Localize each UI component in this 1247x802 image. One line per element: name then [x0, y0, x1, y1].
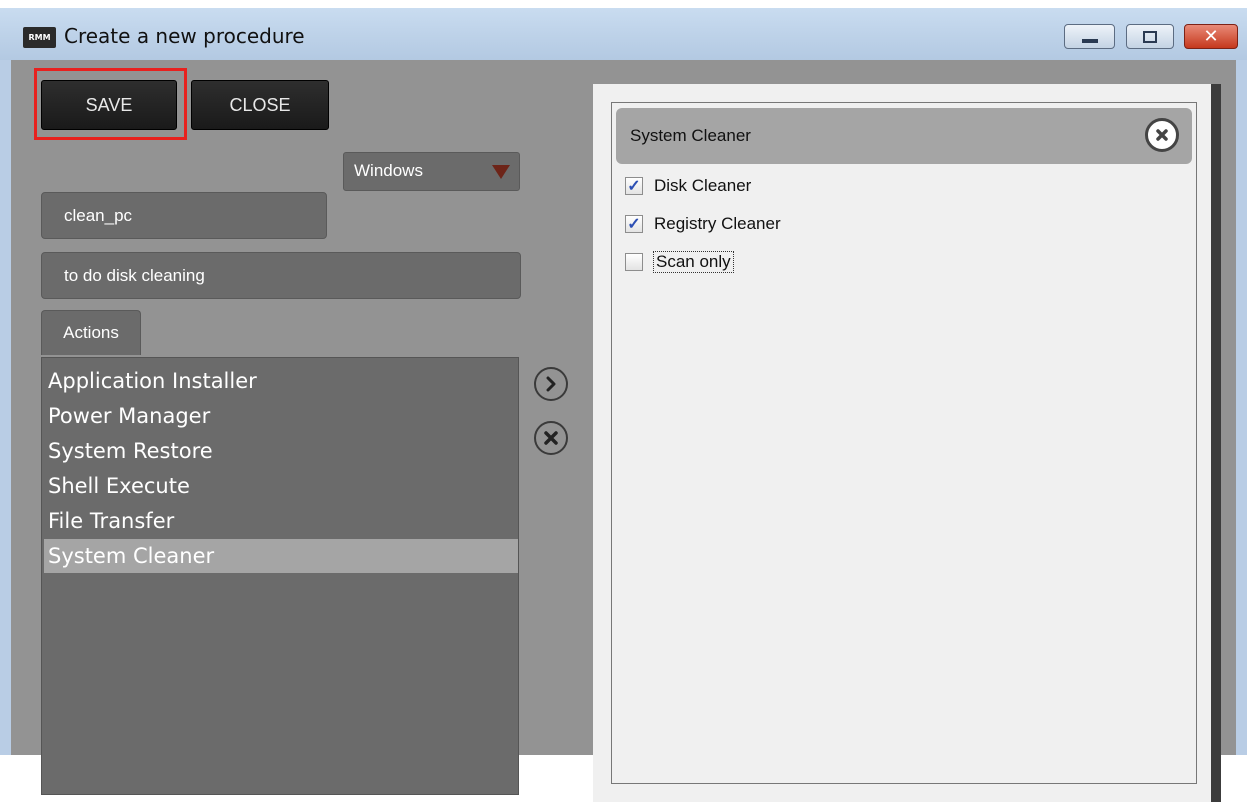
app-logo-icon: RMM [23, 27, 56, 48]
actions-list: Application Installer Power Manager Syst… [41, 357, 519, 795]
option-label: Disk Cleaner [654, 176, 752, 195]
tab-actions[interactable]: Actions [41, 310, 141, 355]
option-disk-cleaner[interactable]: ✓ Disk Cleaner [625, 172, 751, 200]
title-bar: RMM Create a new procedure ✕ [0, 8, 1247, 60]
scrollbar[interactable] [1211, 84, 1221, 802]
save-highlight-box [34, 68, 187, 140]
procedure-name-input[interactable]: clean_pc [41, 192, 327, 239]
maximize-icon [1143, 30, 1157, 43]
x-circle-icon [544, 431, 558, 445]
option-registry-cleaner[interactable]: ✓ Registry Cleaner [625, 210, 781, 238]
minimize-icon [1081, 38, 1098, 43]
option-scan-only[interactable]: Scan only [625, 248, 734, 276]
maximize-button[interactable] [1126, 24, 1174, 49]
checkbox-checked[interactable]: ✓ [625, 177, 643, 195]
procedure-content-frame [611, 102, 1197, 784]
list-item[interactable]: File Transfer [44, 504, 518, 538]
window-close-button[interactable]: ✕ [1184, 24, 1238, 49]
remove-section-button[interactable] [1145, 118, 1179, 152]
procedure-window: RMM Create a new procedure ✕ SAVE CLOSE … [0, 8, 1247, 802]
procedure-description-input[interactable]: to do disk cleaning [41, 252, 521, 299]
close-icon: ✕ [1203, 26, 1219, 47]
add-action-button[interactable] [534, 367, 568, 401]
minimize-button[interactable] [1064, 24, 1115, 49]
checkbox-checked[interactable]: ✓ [625, 215, 643, 233]
list-item[interactable]: System Restore [44, 434, 518, 468]
os-select-value: Windows [354, 161, 423, 180]
client-area: SAVE CLOSE clean_pc Windows to do disk c… [11, 60, 1236, 802]
section-header-system-cleaner: System Cleaner [616, 108, 1192, 164]
list-item-selected[interactable]: System Cleaner [44, 539, 518, 573]
os-select[interactable]: Windows [343, 152, 520, 191]
chevron-right-icon [546, 376, 556, 392]
window-title: Create a new procedure [64, 24, 305, 48]
close-button[interactable]: CLOSE [191, 80, 329, 130]
section-title: System Cleaner [630, 126, 751, 145]
list-item[interactable]: Application Installer [44, 364, 518, 398]
remove-action-button[interactable] [534, 421, 568, 455]
option-label: Scan only [653, 251, 734, 273]
close-icon [1156, 129, 1168, 141]
checkbox-unchecked[interactable] [625, 253, 643, 271]
list-item[interactable]: Power Manager [44, 399, 518, 433]
list-item[interactable]: Shell Execute [44, 469, 518, 503]
option-label: Registry Cleaner [654, 214, 781, 233]
dropdown-arrow-icon [492, 165, 510, 179]
